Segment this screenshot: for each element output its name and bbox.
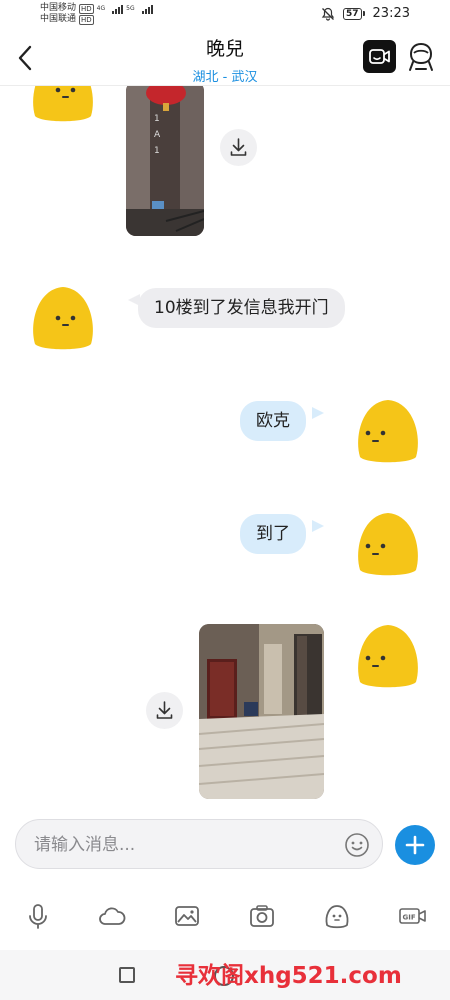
recent-apps-button[interactable] bbox=[119, 967, 135, 983]
signal-1-icon bbox=[112, 4, 124, 14]
hd-badge: HD bbox=[79, 3, 94, 14]
message-input[interactable] bbox=[32, 820, 336, 870]
my-avatar[interactable] bbox=[352, 510, 424, 578]
bubble-tail bbox=[312, 520, 324, 532]
video-call-button[interactable] bbox=[363, 40, 396, 73]
carrier-1-label: 中国移动 bbox=[40, 3, 77, 13]
bubble-tail bbox=[312, 407, 324, 419]
image-icon[interactable] bbox=[172, 901, 202, 931]
system-nav-bar: 寻欢阁xhg521.com bbox=[0, 950, 450, 1000]
battery-level: 57 bbox=[343, 7, 362, 20]
plus-icon bbox=[405, 835, 425, 855]
svg-text:1: 1 bbox=[154, 114, 160, 124]
message-image-entrance[interactable]: 1 A 1 bbox=[126, 86, 204, 236]
watermark: 寻欢阁xhg521.com bbox=[175, 963, 402, 989]
camera-icon[interactable] bbox=[247, 901, 277, 931]
emoji-icon[interactable] bbox=[322, 901, 352, 931]
video-camera-icon bbox=[369, 49, 390, 64]
clock: 23:23 bbox=[372, 6, 410, 21]
svg-text:A: A bbox=[154, 130, 161, 140]
mute-bell-icon bbox=[321, 7, 335, 21]
message-bubble-outgoing[interactable]: 到了 bbox=[240, 514, 306, 554]
message-image-hallway[interactable] bbox=[199, 624, 324, 799]
message-bubble-incoming[interactable]: 10楼到了发信息我开门 bbox=[138, 288, 345, 328]
input-toolbar: GIF bbox=[0, 896, 450, 936]
my-avatar[interactable] bbox=[352, 622, 424, 690]
message-list[interactable]: 1 A 1 10楼到了发信息我开门 欧克 到了 bbox=[0, 86, 450, 806]
signal-2-icon bbox=[141, 4, 153, 14]
carrier-2-label: 中国联通 bbox=[40, 14, 77, 24]
hd-badge-2: HD bbox=[79, 14, 94, 25]
message-bubble-outgoing[interactable]: 欧克 bbox=[240, 401, 306, 441]
download-image-button-2[interactable] bbox=[146, 692, 183, 729]
gif-icon[interactable]: GIF bbox=[398, 901, 428, 931]
svg-text:GIF: GIF bbox=[403, 914, 416, 922]
my-avatar[interactable] bbox=[352, 397, 424, 465]
microphone-icon[interactable] bbox=[23, 901, 53, 931]
cloud-icon[interactable] bbox=[97, 901, 127, 931]
battery-icon: 57 bbox=[343, 7, 365, 20]
composer bbox=[0, 810, 450, 880]
emoji-smile-icon[interactable] bbox=[344, 832, 370, 858]
download-image-button-1[interactable] bbox=[220, 129, 257, 166]
status-bar: 中国移动 HD 4G 5G 中国联通 HD 57 23:23 bbox=[0, 0, 450, 30]
message-input-box[interactable] bbox=[15, 819, 383, 870]
carrier-info: 中国移动 HD 4G 5G 中国联通 HD bbox=[40, 3, 153, 25]
more-options-button[interactable] bbox=[395, 825, 435, 865]
contact-avatar[interactable] bbox=[27, 86, 99, 124]
contact-avatar[interactable] bbox=[27, 284, 99, 352]
download-icon bbox=[156, 701, 173, 719]
chat-header: 晚兒 湖北 - 武汉 bbox=[0, 30, 450, 86]
download-icon bbox=[230, 138, 247, 156]
contact-profile-icon[interactable] bbox=[407, 41, 435, 73]
svg-text:1: 1 bbox=[154, 146, 160, 156]
network-type-2: 5G bbox=[126, 5, 135, 12]
network-type-1: 4G bbox=[96, 5, 106, 12]
